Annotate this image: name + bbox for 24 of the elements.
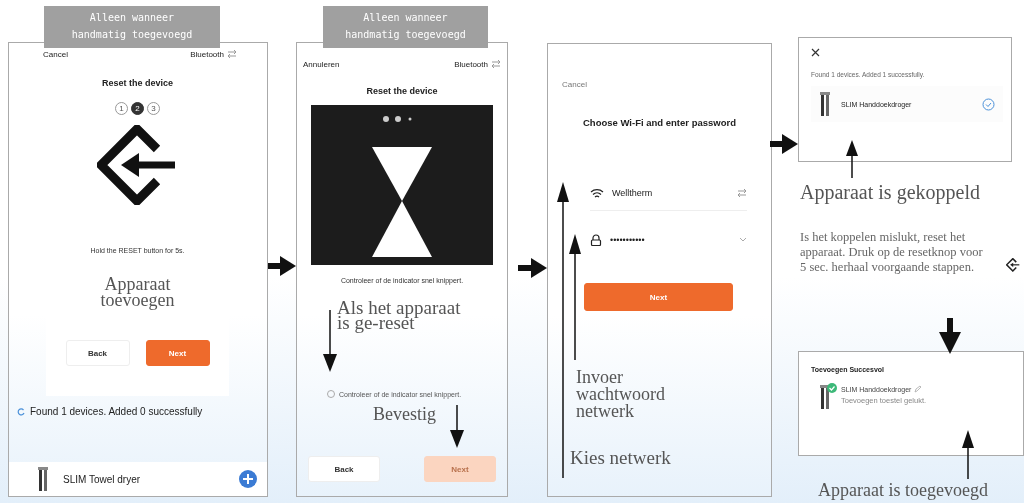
annotation-label: Alleen wanneer handmatig toegevoegd xyxy=(44,6,220,48)
annotation-text: Kies netwerk xyxy=(570,450,672,466)
bluetooth-mode-link[interactable]: Bluetooth xyxy=(190,49,224,59)
annotation-text: Apparaat is toegevoegd xyxy=(818,482,989,498)
cancel-link[interactable]: Annuleren xyxy=(303,59,340,69)
device-name: SLIM Towel dryer xyxy=(63,473,142,485)
status-text: Found 1 devices. Added 0 successfully xyxy=(30,406,203,417)
cancel-link[interactable]: Cancel xyxy=(43,49,68,59)
device-row[interactable]: SLIM Towel dryer xyxy=(9,462,267,496)
screen-title: Choose Wi-Fi and enter password xyxy=(582,117,737,128)
annotation-label: Alleen wanneer handmatig toegevoegd xyxy=(323,6,488,48)
help-paragraph: Is het koppelen mislukt, reset het apparaat. Druk op de resetknop voor 5 sec. herhaal voorgaande stappen. xyxy=(800,230,984,275)
network-field[interactable]: Welltherm xyxy=(590,184,747,211)
screen-title: Reset the device xyxy=(101,78,173,88)
bluetooth-mode-link[interactable]: Bluetooth xyxy=(454,59,488,69)
annotation-text: Invoer wachtwoord netwerk xyxy=(576,369,666,420)
back-button[interactable]: Back xyxy=(65,340,130,366)
password-field[interactable]: ••••••••••• xyxy=(590,231,747,257)
annotation-text: Bevestig xyxy=(373,406,436,422)
annotation-text: Apparaat toevoegen xyxy=(99,276,176,308)
step-indicator: 2 xyxy=(131,102,144,115)
back-button[interactable]: Back xyxy=(308,456,380,482)
cancel-link[interactable]: Cancel xyxy=(562,80,757,89)
screen-title: Reset the device xyxy=(365,86,439,96)
